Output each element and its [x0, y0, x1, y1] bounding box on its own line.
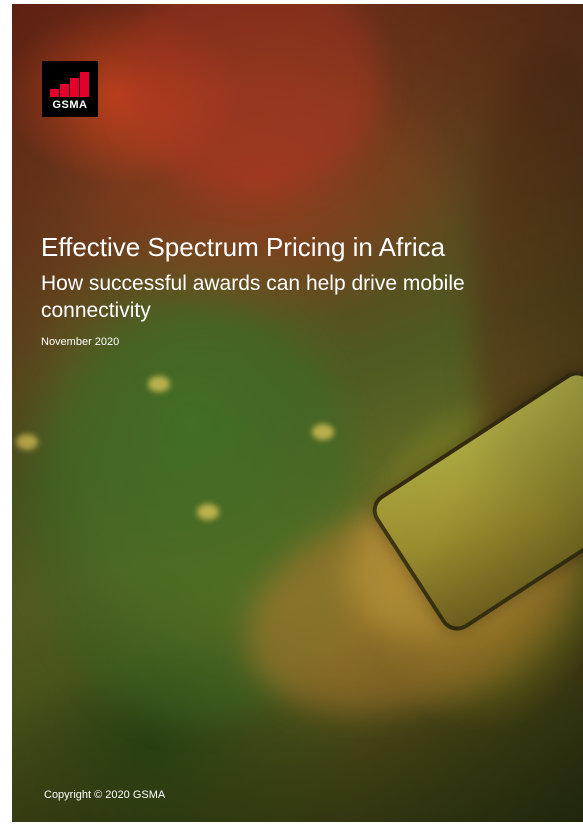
photo-vignette — [12, 4, 583, 822]
report-title: Effective Spectrum Pricing in Africa — [41, 232, 446, 262]
gsma-logo: GSMA — [42, 61, 98, 117]
logo-bar — [70, 78, 79, 97]
publication-date: November 2020 — [41, 336, 120, 348]
logo-bar — [50, 89, 59, 97]
logo-bar — [80, 72, 89, 97]
report-cover — [12, 4, 583, 822]
logo-text: GSMA — [52, 99, 88, 111]
logo-bar — [60, 84, 69, 97]
copyright-notice: Copyright © 2020 GSMA — [44, 789, 166, 801]
report-subtitle: How successful awards can help drive mob… — [41, 272, 465, 322]
